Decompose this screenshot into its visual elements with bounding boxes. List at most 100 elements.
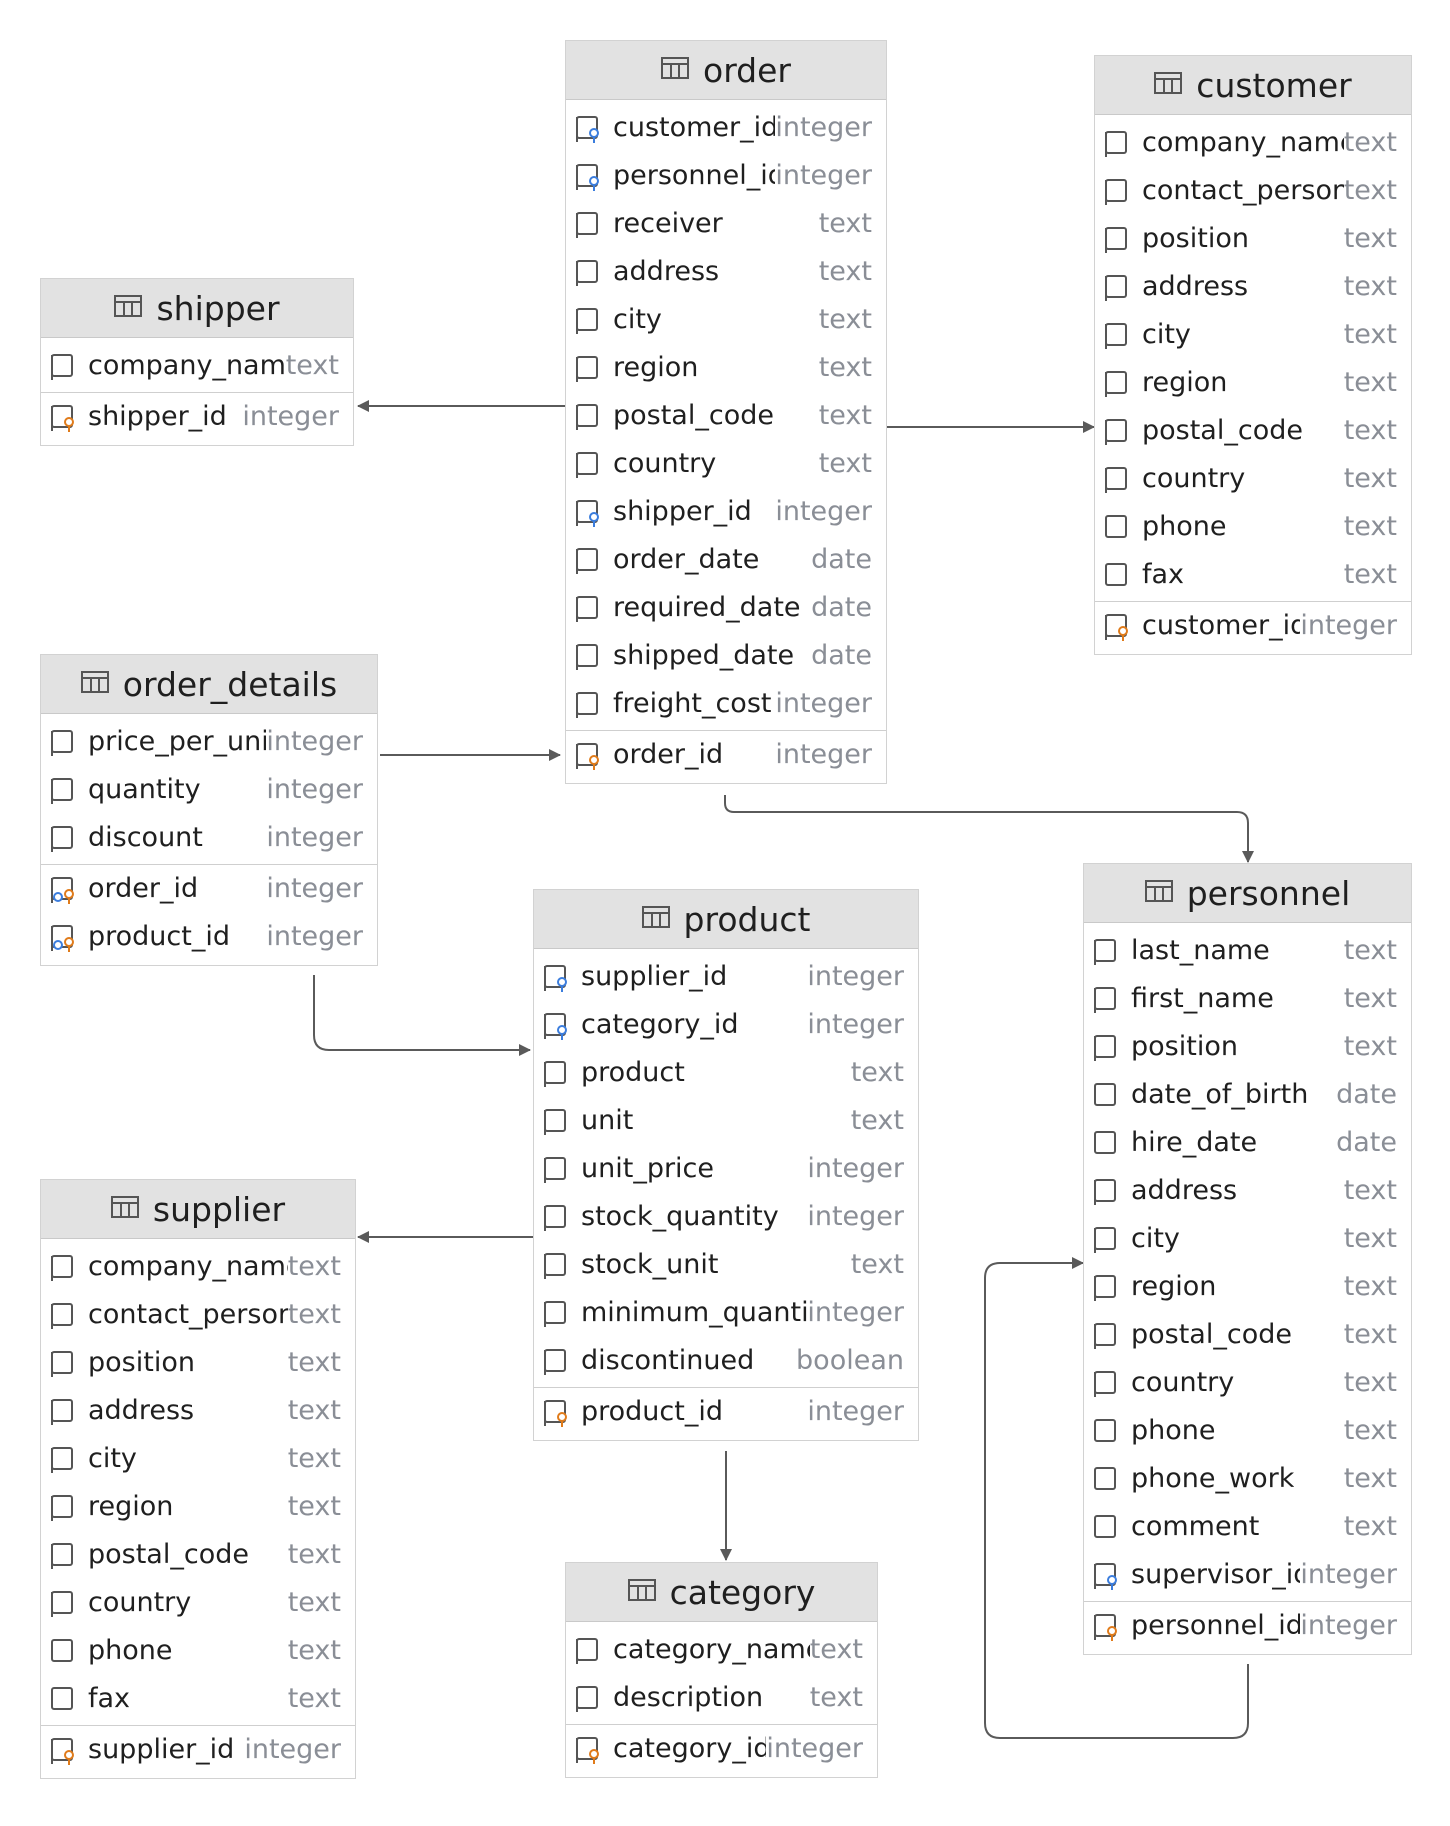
- column-name: price_per_unit: [88, 726, 280, 757]
- column-row[interactable]: position text: [41, 1339, 355, 1387]
- column-row[interactable]: category_id integer: [534, 1001, 918, 1049]
- column-row[interactable]: receiver text: [566, 200, 886, 248]
- column-row[interactable]: supplier_id integer: [41, 1726, 355, 1774]
- column-row[interactable]: category_name text: [566, 1626, 877, 1674]
- column-row[interactable]: shipper_id integer: [41, 393, 353, 441]
- column-row[interactable]: supervisor_id integer: [1084, 1551, 1411, 1599]
- column-row[interactable]: product_id integer: [41, 913, 377, 961]
- column-row[interactable]: position text: [1095, 215, 1411, 263]
- column-row[interactable]: required_date date: [566, 584, 886, 632]
- column-row[interactable]: shipped_date date: [566, 632, 886, 680]
- column-row[interactable]: stock_quantity integer: [534, 1193, 918, 1241]
- column-name: postal_code: [613, 400, 774, 431]
- column-row[interactable]: company_name text: [41, 1243, 355, 1291]
- column-row[interactable]: description text: [566, 1674, 877, 1722]
- table-order[interactable]: order customer_id integer personnel_id integ…: [565, 40, 887, 784]
- table-supplier[interactable]: supplier company_name text contact_person te…: [40, 1179, 356, 1779]
- table-shipper[interactable]: shipper company_name text shipper_id integer: [40, 278, 354, 446]
- column-row[interactable]: category_id integer: [566, 1725, 877, 1773]
- table-header[interactable]: product: [534, 890, 918, 949]
- column-row[interactable]: supplier_id integer: [534, 953, 918, 1001]
- column-row[interactable]: city text: [1084, 1215, 1411, 1263]
- column-row[interactable]: country text: [1084, 1359, 1411, 1407]
- column-row[interactable]: price_per_unit integer: [41, 718, 377, 766]
- table-header[interactable]: order_details: [41, 655, 377, 714]
- table-personnel[interactable]: personnel last_name text first_name text posi…: [1083, 863, 1412, 1655]
- table-header[interactable]: shipper: [41, 279, 353, 338]
- column-row[interactable]: shipper_id integer: [566, 488, 886, 536]
- column-type: text: [287, 1297, 341, 1333]
- column-row[interactable]: postal_code text: [1095, 407, 1411, 455]
- column-row[interactable]: phone text: [1084, 1407, 1411, 1455]
- column-row[interactable]: country text: [41, 1579, 355, 1627]
- column-row[interactable]: discontinued boolean: [534, 1337, 918, 1385]
- column-name: region: [1131, 1271, 1217, 1302]
- column-icon: [48, 1349, 78, 1379]
- column-row[interactable]: city text: [1095, 311, 1411, 359]
- column-row[interactable]: minimum_quantity integer: [534, 1289, 918, 1337]
- primary-key-column-icon: [1091, 1612, 1121, 1642]
- column-row[interactable]: order_date date: [566, 536, 886, 584]
- table-header[interactable]: category: [566, 1563, 877, 1622]
- column-row[interactable]: address text: [1095, 263, 1411, 311]
- table-product[interactable]: product supplier_id integer category_id inte…: [533, 889, 919, 1441]
- column-row[interactable]: region text: [41, 1483, 355, 1531]
- column-row[interactable]: region text: [1084, 1263, 1411, 1311]
- column-row[interactable]: address text: [566, 248, 886, 296]
- column-row[interactable]: postal_code text: [566, 392, 886, 440]
- column-row[interactable]: company_name text: [1095, 119, 1411, 167]
- column-row[interactable]: product text: [534, 1049, 918, 1097]
- column-row[interactable]: order_id integer: [41, 865, 377, 913]
- column-row[interactable]: phone text: [41, 1627, 355, 1675]
- column-row[interactable]: stock_unit text: [534, 1241, 918, 1289]
- column-row[interactable]: country text: [1095, 455, 1411, 503]
- column-row[interactable]: fax text: [41, 1675, 355, 1723]
- column-row[interactable]: postal_code text: [1084, 1311, 1411, 1359]
- column-row[interactable]: freight_cost integer: [566, 680, 886, 728]
- table-header[interactable]: supplier: [41, 1180, 355, 1239]
- column-type: text: [1343, 173, 1397, 209]
- column-row[interactable]: position text: [1084, 1023, 1411, 1071]
- column-type: integer: [266, 772, 363, 808]
- table-category[interactable]: category category_name text description text…: [565, 1562, 878, 1778]
- column-row[interactable]: company_name text: [41, 342, 353, 390]
- table-header[interactable]: order: [566, 41, 886, 100]
- column-row[interactable]: phone_work text: [1084, 1455, 1411, 1503]
- table-order_details[interactable]: order_details price_per_unit integer quanti…: [40, 654, 378, 966]
- column-row[interactable]: hire_date date: [1084, 1119, 1411, 1167]
- column-row[interactable]: contact_person text: [41, 1291, 355, 1339]
- column-name: product_id: [88, 921, 230, 952]
- column-icon: [573, 354, 603, 384]
- column-row[interactable]: comment text: [1084, 1503, 1411, 1551]
- column-row[interactable]: contact_person text: [1095, 167, 1411, 215]
- table-header[interactable]: customer: [1095, 56, 1411, 115]
- column-row[interactable]: product_id integer: [534, 1388, 918, 1436]
- column-row[interactable]: region text: [1095, 359, 1411, 407]
- column-row[interactable]: address text: [41, 1387, 355, 1435]
- column-row[interactable]: quantity integer: [41, 766, 377, 814]
- column-row[interactable]: last_name text: [1084, 927, 1411, 975]
- column-row[interactable]: city text: [41, 1435, 355, 1483]
- table-customer[interactable]: customer company_name text contact_person te…: [1094, 55, 1412, 655]
- column-row[interactable]: date_of_birth date: [1084, 1071, 1411, 1119]
- column-row[interactable]: discount integer: [41, 814, 377, 862]
- column-row[interactable]: unit_price integer: [534, 1145, 918, 1193]
- column-icon: [48, 1397, 78, 1427]
- column-row[interactable]: phone text: [1095, 503, 1411, 551]
- column-row[interactable]: order_id integer: [566, 731, 886, 779]
- column-row[interactable]: address text: [1084, 1167, 1411, 1215]
- column-row[interactable]: postal_code text: [41, 1531, 355, 1579]
- column-row[interactable]: customer_id integer: [1095, 602, 1411, 650]
- column-row[interactable]: unit text: [534, 1097, 918, 1145]
- column-row[interactable]: city text: [566, 296, 886, 344]
- column-row[interactable]: region text: [566, 344, 886, 392]
- table-header[interactable]: personnel: [1084, 864, 1411, 923]
- column-row[interactable]: customer_id integer: [566, 104, 886, 152]
- column-row[interactable]: personnel_id integer: [566, 152, 886, 200]
- foreign-key-column-icon: [541, 963, 571, 993]
- column-icon: [1102, 417, 1132, 447]
- column-row[interactable]: fax text: [1095, 551, 1411, 599]
- column-row[interactable]: first_name text: [1084, 975, 1411, 1023]
- column-row[interactable]: personnel_id integer: [1084, 1602, 1411, 1650]
- column-row[interactable]: country text: [566, 440, 886, 488]
